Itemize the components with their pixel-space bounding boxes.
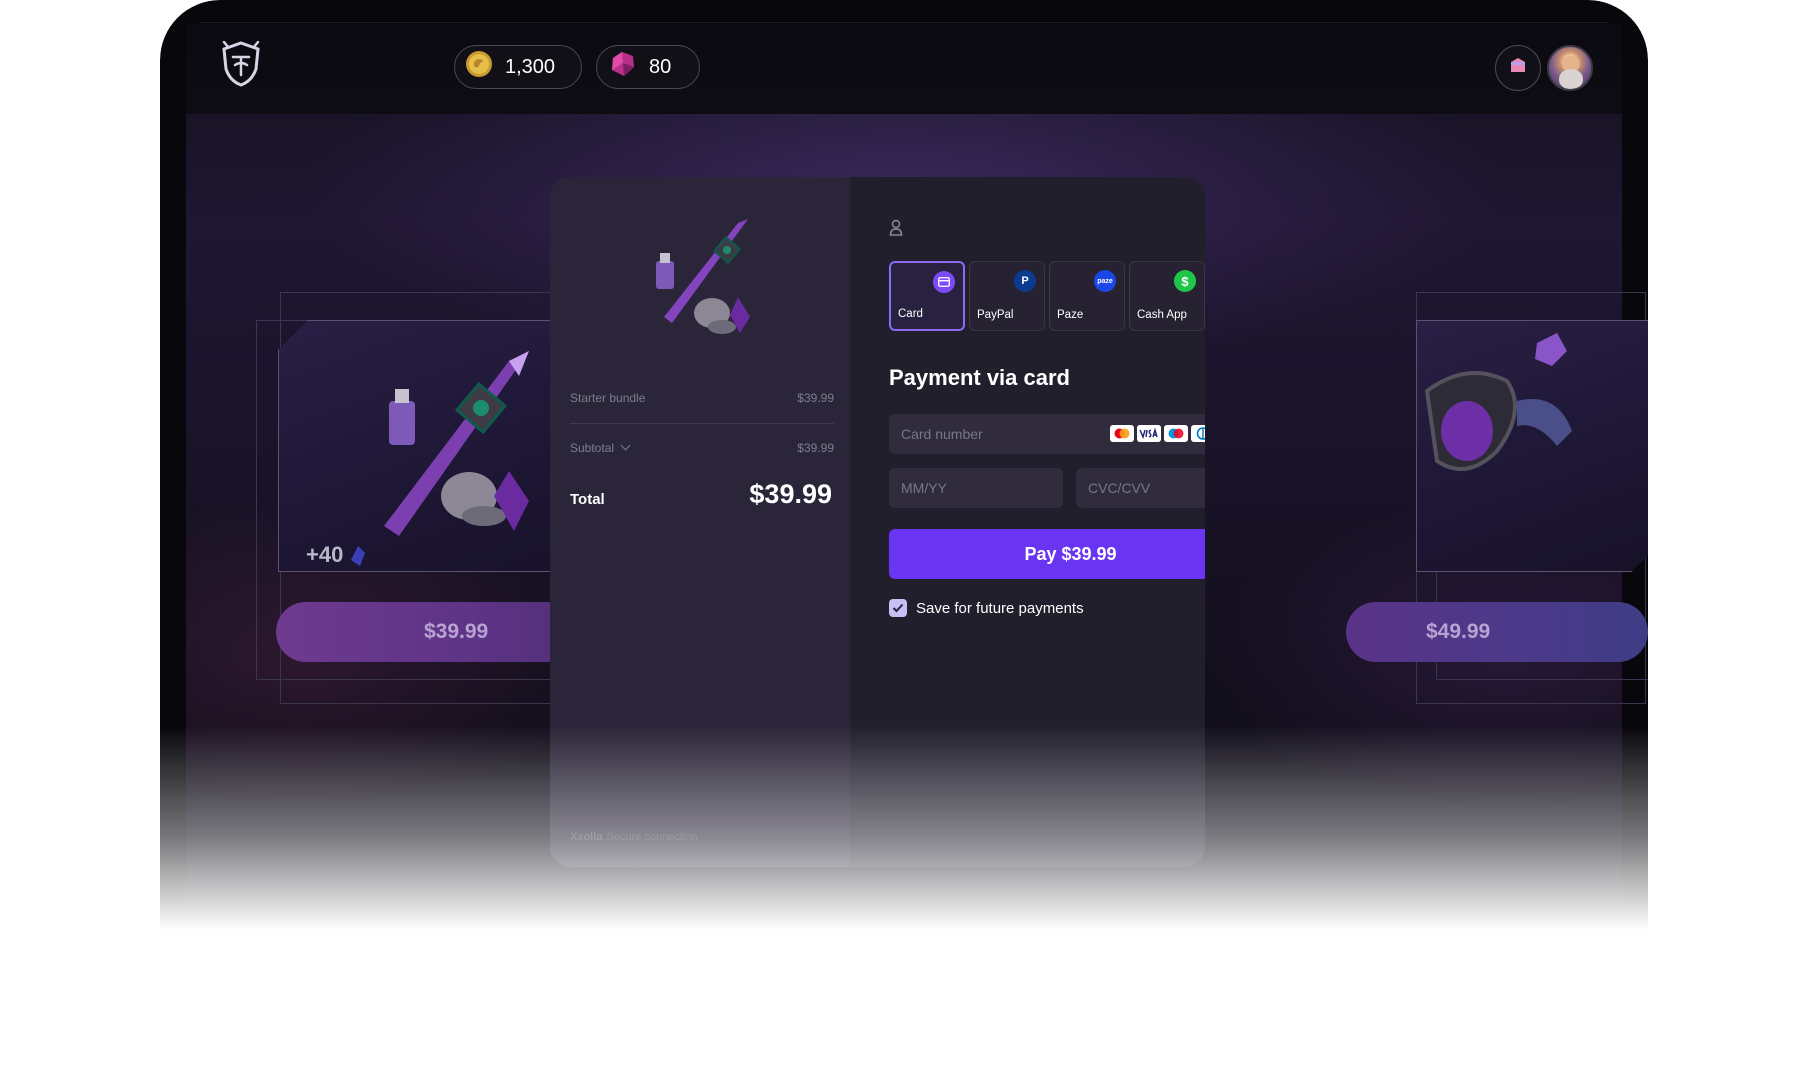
payment-methods: Card P PayPal paze Paze $ Cash App ... [889,261,1205,331]
total-label: Total [570,491,605,508]
cvc-field[interactable]: CVC/CVV ? [1076,468,1205,508]
coins-balance[interactable]: 1,300 [454,45,582,89]
shop-icon [1508,56,1528,81]
method-paypal[interactable]: P PayPal [969,261,1045,331]
method-cash-app-label: Cash App [1137,309,1187,321]
crystal-icon [349,542,367,567]
method-card[interactable]: Card [889,261,965,331]
item-name: Starter bundle [570,391,646,405]
top-bar: 1,300 80 [186,24,1622,114]
bezel-line [200,22,1608,23]
offer-bonus-left: +40 [306,542,367,568]
method-paze-label: Paze [1057,309,1084,321]
pay-button[interactable]: Pay $39.99 [889,529,1205,579]
coins-value: 1,300 [505,55,556,78]
maestro-icon [1164,425,1188,442]
subtotal-label: Subtotal [570,441,615,455]
laptop-mockup: 1,300 80 +40 $39.99 $49.99 Starter bundl… [160,0,1648,930]
total-value: $39.99 [749,479,832,509]
method-cash-app[interactable]: $ Cash App [1129,261,1205,331]
subtotal-value: $39.99 [797,441,834,455]
coin-icon [465,50,493,84]
xsolla-brand: Xsolla [570,831,603,843]
card-icon [933,271,955,293]
subtotal-row[interactable]: Subtotal $39.99 [570,440,834,455]
paypal-icon: P [1014,270,1036,292]
chevron-down-icon[interactable] [620,440,631,451]
card-brands [1110,425,1205,442]
user-icon[interactable] [889,219,903,237]
save-label: Save for future payments [916,599,1084,617]
shield-logo-icon[interactable] [220,40,262,87]
diners-icon [1191,425,1205,442]
mastercard-icon [1110,425,1134,442]
summary-divider [570,423,834,424]
shop-button[interactable] [1495,45,1541,91]
method-paze[interactable]: paze Paze [1049,261,1125,331]
method-card-label: Card [898,308,923,320]
paze-icon: paze [1094,270,1116,292]
expiry-placeholder: MM/YY [901,480,947,496]
order-summary: Starter bundle $39.99 Subtotal $39.99 To… [550,177,850,867]
secure-connection-footer: Xsolla Secure connection [570,831,698,843]
method-paypal-label: PayPal [977,309,1014,321]
cvc-placeholder: CVC/CVV [1088,480,1151,496]
expiry-field[interactable]: MM/YY [889,468,1063,508]
product-image [642,215,762,345]
order-line-item: Starter bundle $39.99 [570,391,834,405]
payment-modal: Starter bundle $39.99 Subtotal $39.99 To… [550,177,1205,867]
item-price: $39.99 [797,391,834,405]
gems-balance[interactable]: 80 [596,45,700,89]
avatar[interactable] [1547,45,1593,91]
secure-text: Secure connection [606,831,698,843]
checkmark-icon [892,600,904,617]
game-store-screen: 1,300 80 +40 $39.99 $49.99 Starter bundl… [186,24,1648,930]
offer-art-right[interactable] [1416,320,1648,572]
card-number-placeholder: Card number [901,426,983,442]
cash-app-icon: $ [1174,270,1196,292]
avatar-beard [1559,69,1583,89]
payment-panel: Card P PayPal paze Paze $ Cash App ... [850,177,1205,867]
offer-price-button-right[interactable]: $49.99 [1346,602,1648,662]
save-checkbox[interactable] [889,599,907,617]
save-for-future-row[interactable]: Save for future payments [889,599,1084,617]
card-number-field[interactable]: Card number [889,414,1205,454]
gems-value: 80 [649,55,672,78]
payment-title: Payment via card [889,365,1070,390]
visa-icon [1137,425,1161,442]
gem-icon [607,50,637,84]
